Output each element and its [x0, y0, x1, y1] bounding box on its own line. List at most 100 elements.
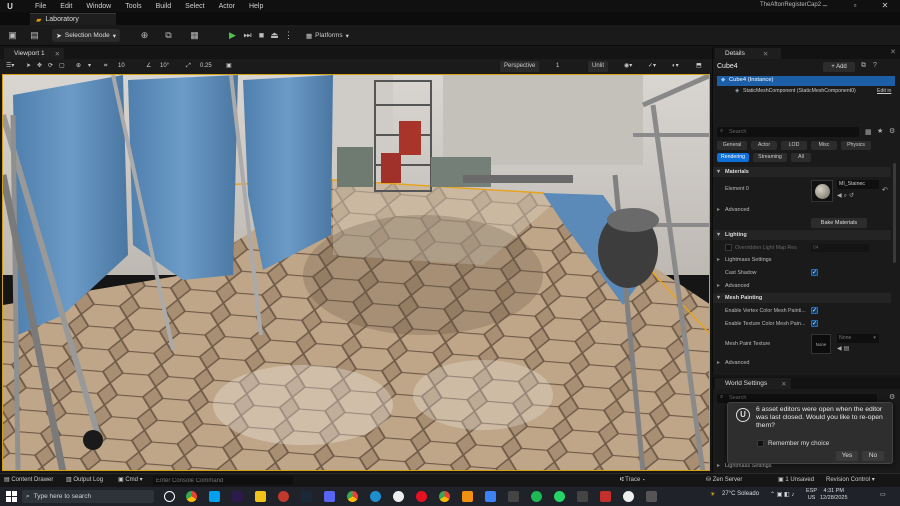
edge-icon[interactable]	[370, 491, 381, 502]
grid-snap-value[interactable]: 10	[118, 61, 125, 72]
rotate-tool-icon[interactable]: ⟳	[48, 61, 53, 72]
chrome-icon[interactable]	[186, 491, 197, 502]
edit-in-link[interactable]: Edit in	[877, 88, 891, 94]
no-button[interactable]: No	[862, 451, 884, 461]
browser-icon[interactable]	[209, 491, 220, 502]
add-component-button[interactable]: + Add	[823, 62, 855, 72]
app-blue-icon[interactable]	[485, 491, 496, 502]
actor-name[interactable]: Cube4	[717, 63, 738, 70]
cast-shadow-checkbox[interactable]: ✓	[811, 269, 818, 276]
cmd-dropdown[interactable]: ▣ Cmd ▾	[118, 476, 143, 485]
youtube-icon[interactable]	[600, 491, 611, 502]
yes-button[interactable]: Yes	[836, 451, 858, 461]
show-flags-icon[interactable]: ◉▾	[624, 61, 632, 72]
menu-build[interactable]: Build	[149, 3, 179, 10]
grid-snap-icon[interactable]: ⌗	[104, 61, 107, 72]
override-lightmap-input[interactable]: 64	[811, 244, 869, 252]
world-space-icon[interactable]: ⊕	[76, 61, 81, 72]
advanced-mesh-painting-toggle[interactable]: Advanced	[713, 358, 891, 368]
language-indicator[interactable]: ESP US	[806, 488, 817, 502]
chrome-alt-icon[interactable]	[439, 491, 450, 502]
unreal-logo-icon[interactable]: U	[4, 0, 16, 12]
unreal-active-icon[interactable]	[623, 491, 634, 502]
close-icon[interactable]: ✕	[55, 50, 60, 58]
camera-speed-icon[interactable]: ▣	[226, 61, 232, 72]
grid-view-icon[interactable]: ▦	[865, 128, 872, 136]
rotation-snap-value[interactable]: 10°	[160, 61, 169, 72]
scalability-icon[interactable]: ✓▾	[648, 61, 656, 72]
lightmass-settings-toggle[interactable]: Lightmass Settings	[713, 255, 891, 265]
blueprint-icon[interactable]: ⧉	[861, 62, 866, 70]
bake-materials-button[interactable]: Bake Materials	[811, 218, 867, 228]
unreal-icon[interactable]	[393, 491, 404, 502]
details-search-input[interactable]: ⌕ Search	[717, 127, 859, 137]
component-row[interactable]: ◈ StaticMeshComponent (StaticMeshCompone…	[717, 87, 895, 97]
platforms-dropdown[interactable]: ▦ Platforms ▾	[306, 29, 358, 42]
lighting-section-header[interactable]: Lighting	[713, 230, 891, 240]
app-gray-icon[interactable]	[646, 491, 657, 502]
material-dropdown[interactable]: MI_Stainec	[837, 180, 879, 189]
console-command-input[interactable]	[153, 476, 293, 485]
after-effects-icon[interactable]	[232, 491, 243, 502]
add-content-icon[interactable]: ⊕	[138, 29, 151, 42]
camera-speed-dropdown[interactable]: 1	[556, 61, 559, 72]
app-orange-icon[interactable]	[462, 491, 473, 502]
tray-icons[interactable]: ⌃ ▣ ◧ ♪	[770, 491, 794, 498]
close-icon[interactable]: ✕	[781, 380, 786, 388]
steam-icon[interactable]	[301, 491, 312, 502]
level-viewport[interactable]	[2, 74, 710, 471]
hamburger-menu-icon[interactable]: ☰▾	[6, 61, 14, 72]
app-red-icon[interactable]	[278, 491, 289, 502]
star-icon[interactable]: ★	[877, 127, 883, 135]
zen-server-button[interactable]: ⛁ Zen Server	[706, 476, 742, 485]
filter-rendering[interactable]: Rendering	[717, 153, 749, 162]
mesh-paint-texture-thumbnail[interactable]: None	[811, 334, 831, 354]
chrome-profile-icon[interactable]	[347, 491, 358, 502]
menu-tools[interactable]: Tools	[118, 3, 148, 10]
minimize-icon[interactable]: –	[810, 0, 840, 12]
taskbar-search-box[interactable]: ⌕ Type here to search	[22, 490, 154, 503]
task-view-icon[interactable]	[164, 491, 175, 502]
filter-physics[interactable]: Physics	[841, 141, 871, 150]
selection-mode-dropdown[interactable]: ➤ Selection Mode ▾	[52, 29, 120, 42]
trace-dropdown[interactable]: ⑆ Trace ▾	[620, 476, 646, 485]
gear-icon[interactable]: ⚙	[889, 393, 895, 401]
folder-icon[interactable]: ▤	[28, 29, 41, 42]
audio-app-icon[interactable]	[508, 491, 519, 502]
maximize-viewport-icon[interactable]: ⬒	[696, 61, 702, 72]
save-icon[interactable]: ▣	[6, 29, 19, 42]
clock[interactable]: 4:31 PM 12/28/2025	[820, 488, 848, 502]
discord-icon[interactable]	[324, 491, 335, 502]
perspective-dropdown[interactable]: Perspective	[500, 61, 540, 72]
scale-snap-value[interactable]: 0.25	[200, 61, 212, 72]
content-drawer-button[interactable]: ▤ Content Drawer	[4, 476, 53, 485]
menu-edit[interactable]: Edit	[53, 3, 79, 10]
app-icon[interactable]	[577, 491, 588, 502]
filter-misc[interactable]: Misc	[811, 141, 837, 150]
play-icon[interactable]: ▶	[226, 29, 239, 42]
enable-texture-paint-checkbox[interactable]: ✓	[811, 320, 818, 327]
unsaved-button[interactable]: ▣ 1 Unsaved	[778, 476, 814, 485]
advanced-lighting-toggle[interactable]: Advanced	[713, 281, 891, 291]
level-tab[interactable]: ▰ Laboratory	[30, 13, 116, 25]
world-settings-tab[interactable]: World Settings ✕	[715, 378, 791, 389]
close-icon[interactable]: ✕	[870, 0, 900, 12]
windows-start-icon[interactable]	[6, 491, 17, 502]
menu-help[interactable]: Help	[242, 3, 270, 10]
close-icon[interactable]: ✕	[763, 50, 768, 58]
material-actions-icon[interactable]: ◀⌕↺	[837, 192, 856, 200]
viewport-options-icon[interactable]: ◐▾	[672, 61, 679, 72]
whatsapp-icon[interactable]	[554, 491, 565, 502]
eject-icon[interactable]: ⏏	[268, 29, 281, 42]
remember-choice-checkbox[interactable]	[757, 440, 764, 447]
viewport-tab[interactable]: Viewport 1 ✕	[4, 48, 64, 59]
filter-all[interactable]: All	[791, 153, 811, 162]
step-icon[interactable]: ⏭	[241, 29, 254, 42]
rotation-snap-icon[interactable]: ∠	[146, 61, 151, 72]
select-tool-icon[interactable]: ➤	[26, 61, 31, 72]
output-log-button[interactable]: ▥ Output Log	[66, 476, 103, 485]
revision-control-button[interactable]: Revision Control ▾	[826, 476, 875, 485]
filter-streaming[interactable]: Streaming	[753, 153, 787, 162]
scale-snap-icon[interactable]: ⤢	[186, 61, 191, 72]
mesh-paint-texture-dropdown[interactable]: None ▾	[837, 334, 879, 343]
